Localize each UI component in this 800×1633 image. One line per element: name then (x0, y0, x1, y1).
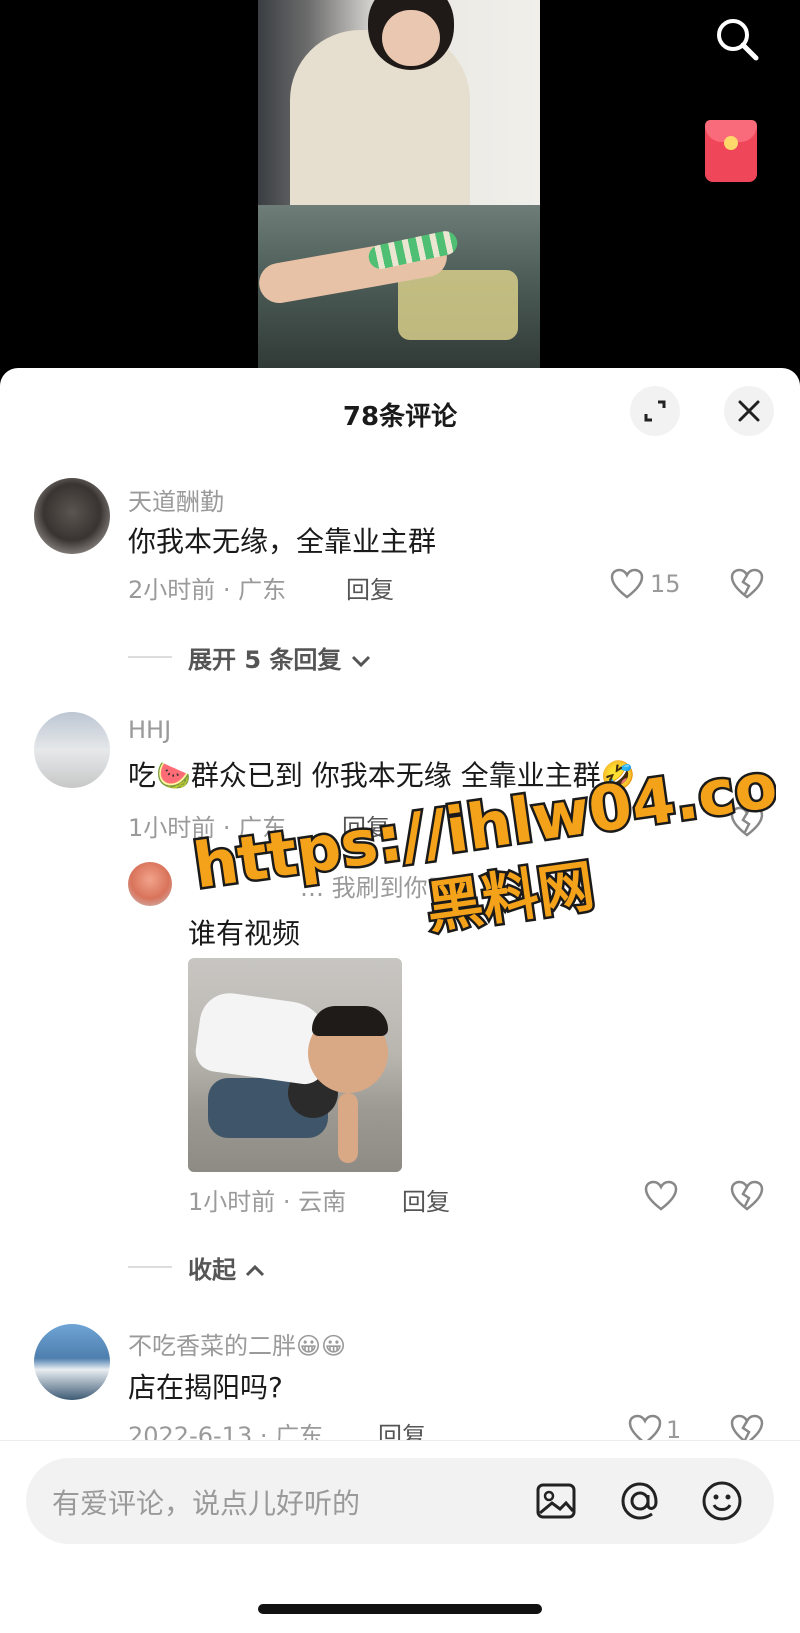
mention-icon[interactable] (614, 1475, 666, 1527)
like-count: 15 (650, 570, 681, 598)
emoji-icon[interactable] (696, 1475, 748, 1527)
collapse-replies-button[interactable]: 收起 (188, 1250, 266, 1285)
dislike-icon[interactable] (730, 568, 764, 600)
reply-image[interactable] (188, 958, 402, 1172)
like-icon[interactable] (610, 568, 644, 600)
reply-button[interactable]: 回复 (346, 570, 394, 605)
expand-replies-button[interactable]: 展开 5 条回复 (188, 640, 372, 675)
divider (0, 1440, 800, 1441)
search-icon[interactable] (712, 14, 762, 64)
close-sheet-button[interactable] (724, 386, 774, 436)
video-frame (258, 0, 540, 372)
comment-text[interactable]: 店在揭阳吗? (128, 1366, 283, 1406)
expand-icon (644, 400, 666, 422)
close-icon (738, 400, 760, 422)
like-icon[interactable] (644, 1180, 678, 1212)
avatar[interactable] (34, 712, 110, 788)
red-packet-icon[interactable] (705, 120, 757, 182)
expand-replies-label: 展开 5 条回复 (188, 646, 342, 674)
comment-text[interactable]: 吃🍉群众已到 你我本无缘 全靠业主群🤣 (128, 754, 636, 794)
comment-input[interactable]: 有爱评论，说点儿好听的 (26, 1458, 774, 1544)
reply-text[interactable]: 谁有视频 (188, 912, 300, 952)
chevron-down-icon (351, 655, 370, 668)
video-player[interactable] (0, 0, 800, 380)
thread-divider (128, 1266, 172, 1268)
image-icon[interactable] (530, 1475, 582, 1527)
avatar[interactable] (34, 478, 110, 554)
comment-meta: 1小时前 · 广东 (128, 814, 287, 842)
thread-divider (128, 656, 172, 658)
comment-input-placeholder: 有爱评论，说点儿好听的 (52, 1487, 361, 1520)
chevron-up-icon (246, 1264, 265, 1277)
dislike-icon[interactable] (730, 806, 764, 838)
comment-username[interactable]: 不吃香菜的二胖😀😀 (128, 1326, 346, 1361)
reply-button[interactable]: 回复 (342, 808, 390, 843)
expand-sheet-button[interactable] (630, 386, 680, 436)
avatar[interactable] (128, 862, 172, 906)
comment-meta: 2小时前 · 广东 (128, 576, 287, 604)
collapse-replies-label: 收起 (188, 1256, 236, 1284)
reply-meta: 1小时前 · 云南 (188, 1188, 347, 1216)
dislike-icon[interactable] (730, 1180, 764, 1212)
home-indicator (258, 1604, 542, 1614)
avatar[interactable] (34, 1324, 110, 1400)
comment-count-title: 78条评论 (342, 402, 458, 432)
comment-text[interactable]: 你我本无缘，全靠业主群 (128, 520, 436, 560)
comment-username[interactable]: 天道酬勤 (128, 482, 224, 517)
reply-username[interactable]: … 我刷到你了 (300, 868, 452, 903)
reply-button[interactable]: 回复 (402, 1182, 450, 1217)
comment-username[interactable]: HHJ (128, 716, 171, 744)
